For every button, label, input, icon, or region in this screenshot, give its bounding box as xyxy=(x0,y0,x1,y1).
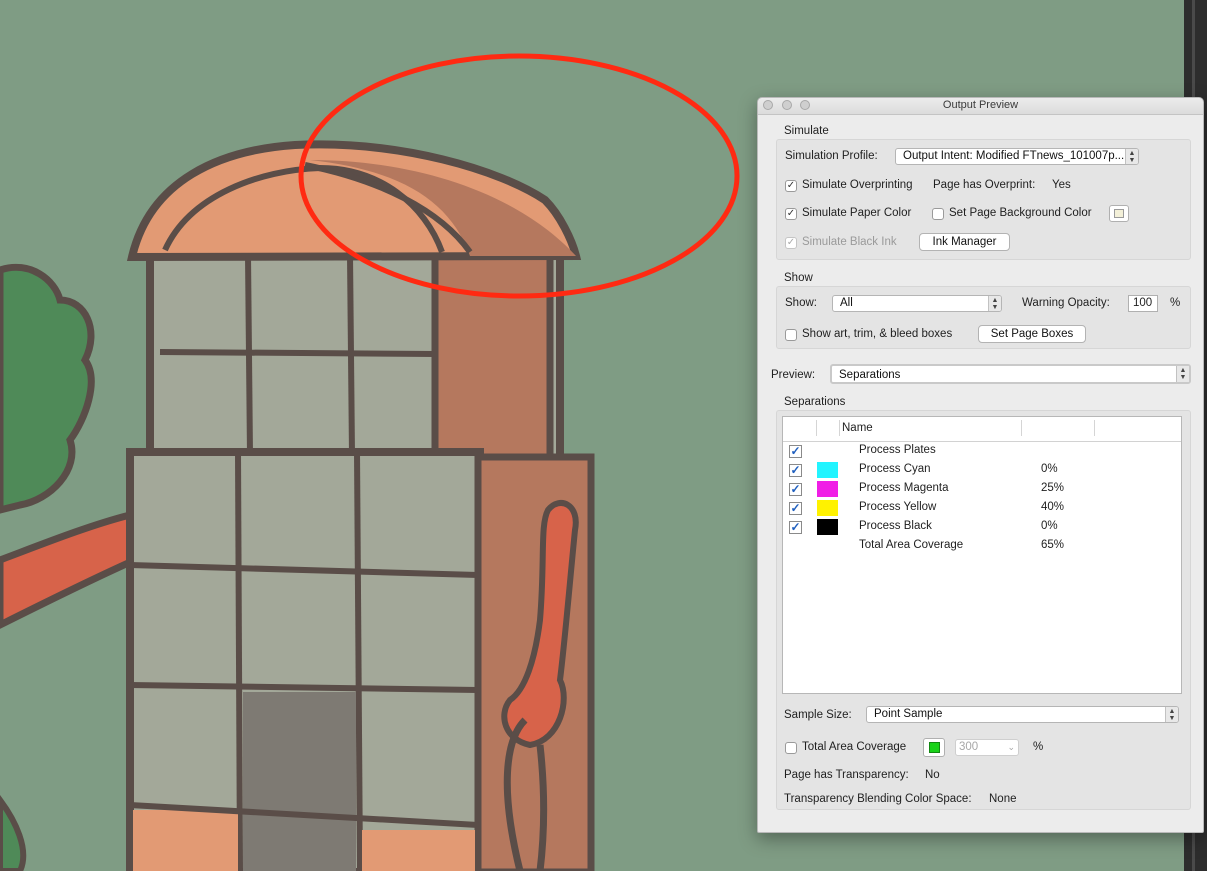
chevron-updown-icon: ▲ ▼ xyxy=(1165,707,1178,722)
background-color-swatch-fill xyxy=(1114,209,1124,218)
separation-percent: 65% xyxy=(1041,539,1065,551)
chevron-updown-icon: ▲ ▼ xyxy=(988,296,1001,311)
warning-opacity-input[interactable]: 100 xyxy=(1128,295,1158,312)
panel-title: Output Preview xyxy=(942,99,1019,111)
warning-opacity-label: Warning Opacity: xyxy=(1022,297,1110,309)
coverage-color-swatch-fill xyxy=(929,742,940,753)
total-area-coverage-checkbox[interactable] xyxy=(785,742,797,754)
transparency-value: No xyxy=(925,769,940,781)
show-label: Show: xyxy=(785,297,817,309)
preview-value: Separations xyxy=(839,369,901,381)
coverage-limit-select[interactable]: 300 ⌄ xyxy=(955,739,1019,756)
coverage-unit: % xyxy=(1033,741,1044,753)
coverage-color-swatch[interactable] xyxy=(923,738,945,757)
output-preview-panel: Output Preview Simulate Simulation Profi… xyxy=(757,97,1204,833)
chevron-down-icon: ⌄ xyxy=(1007,742,1015,752)
process-black-checkbox[interactable]: ✓ xyxy=(789,521,802,534)
cyan-swatch xyxy=(817,462,838,478)
separation-row[interactable]: ✓ Process Plates xyxy=(783,442,1181,461)
chevron-updown-icon: ▲ ▼ xyxy=(1125,149,1138,164)
show-select[interactable]: All ▲ ▼ xyxy=(832,295,1002,312)
separation-name: Process Cyan xyxy=(859,463,931,475)
separation-percent: 40% xyxy=(1041,501,1065,513)
separations-table: Name ✓ Process Plates ✓ Process Cyan 0% … xyxy=(782,416,1182,694)
simulate-group: Simulation Profile: Output Intent: Modif… xyxy=(776,139,1191,260)
preview-label: Preview: xyxy=(771,369,816,381)
process-magenta-checkbox[interactable]: ✓ xyxy=(789,483,802,496)
simulate-paper-color-checkbox[interactable]: ✓ xyxy=(785,208,797,220)
coverage-limit-value: 300 xyxy=(959,741,979,753)
show-boxes-label: Show art, trim, & bleed boxes xyxy=(802,328,953,340)
total-area-coverage-label: Total Area Coverage xyxy=(802,741,907,753)
simulation-profile-label: Simulation Profile: xyxy=(785,150,878,162)
warning-opacity-unit: % xyxy=(1170,297,1181,309)
simulate-black-ink-label: Simulate Black Ink xyxy=(802,236,897,248)
transparency-label: Page has Transparency: xyxy=(784,769,909,781)
column-divider xyxy=(1021,420,1022,436)
simulation-profile-value: Output Intent: Modified FTnews_101007p..… xyxy=(903,150,1125,162)
preview-select[interactable]: Separations ▲ ▼ xyxy=(830,364,1191,384)
separation-name: Process Black xyxy=(859,520,932,532)
page-overprint-value: Yes xyxy=(1052,179,1071,191)
column-divider xyxy=(839,420,840,436)
simulate-overprinting-label: Simulate Overprinting xyxy=(802,179,913,191)
separation-percent: 0% xyxy=(1041,520,1058,532)
set-page-background-color-label: Set Page Background Color xyxy=(949,207,1092,219)
blending-space-value: None xyxy=(989,793,1017,805)
name-column-header[interactable]: Name xyxy=(842,422,873,434)
panel-titlebar[interactable]: Output Preview xyxy=(758,98,1203,115)
black-swatch xyxy=(817,519,838,535)
show-section-title: Show xyxy=(784,272,813,284)
simulate-overprinting-checkbox[interactable]: ✓ xyxy=(785,180,797,192)
blending-space-label: Transparency Blending Color Space: xyxy=(784,793,972,805)
separations-table-header: Name xyxy=(783,417,1181,442)
separation-row[interactable]: ✓ Process Black 0% xyxy=(783,518,1181,537)
separation-percent: 25% xyxy=(1041,482,1065,494)
separation-name: Total Area Coverage xyxy=(859,539,964,551)
process-plates-checkbox[interactable]: ✓ xyxy=(789,445,802,458)
column-divider xyxy=(816,420,817,436)
separation-row: Total Area Coverage 65% xyxy=(783,537,1181,556)
simulate-black-ink-checkbox[interactable]: ✓ xyxy=(785,237,797,249)
separation-name: Process Plates xyxy=(859,444,936,456)
separation-percent: 0% xyxy=(1041,463,1058,475)
separation-row[interactable]: ✓ Process Magenta 25% xyxy=(783,480,1181,499)
process-yellow-checkbox[interactable]: ✓ xyxy=(789,502,802,515)
separations-section-title: Separations xyxy=(784,396,846,408)
yellow-swatch xyxy=(817,500,838,516)
separation-row[interactable]: ✓ Process Cyan 0% xyxy=(783,461,1181,480)
simulate-section-title: Simulate xyxy=(784,125,829,137)
show-boxes-checkbox[interactable] xyxy=(785,329,797,341)
show-value: All xyxy=(840,297,853,309)
simulate-paper-color-label: Simulate Paper Color xyxy=(802,207,912,219)
set-page-background-color-checkbox[interactable] xyxy=(932,208,944,220)
chevron-updown-icon: ▲ ▼ xyxy=(1176,366,1189,382)
sample-size-value: Point Sample xyxy=(874,708,943,720)
ink-manager-button[interactable]: Ink Manager xyxy=(919,233,1010,251)
sample-size-label: Sample Size: xyxy=(784,709,852,721)
process-cyan-checkbox[interactable]: ✓ xyxy=(789,464,802,477)
simulation-profile-select[interactable]: Output Intent: Modified FTnews_101007p..… xyxy=(895,148,1139,165)
building-illustration xyxy=(126,140,595,871)
show-group: Show: All ▲ ▼ Warning Opacity: 100 % Show… xyxy=(776,286,1191,349)
tree-illustration xyxy=(0,263,139,871)
sample-size-select[interactable]: Point Sample ▲ ▼ xyxy=(866,706,1179,723)
separation-name: Process Yellow xyxy=(859,501,937,513)
set-page-boxes-button[interactable]: Set Page Boxes xyxy=(978,325,1086,343)
column-divider xyxy=(1094,420,1095,436)
separation-row[interactable]: ✓ Process Yellow 40% xyxy=(783,499,1181,518)
separation-name: Process Magenta xyxy=(859,482,949,494)
magenta-swatch xyxy=(817,481,838,497)
page-overprint-label: Page has Overprint: xyxy=(933,179,1036,191)
background-color-swatch[interactable] xyxy=(1109,205,1129,222)
